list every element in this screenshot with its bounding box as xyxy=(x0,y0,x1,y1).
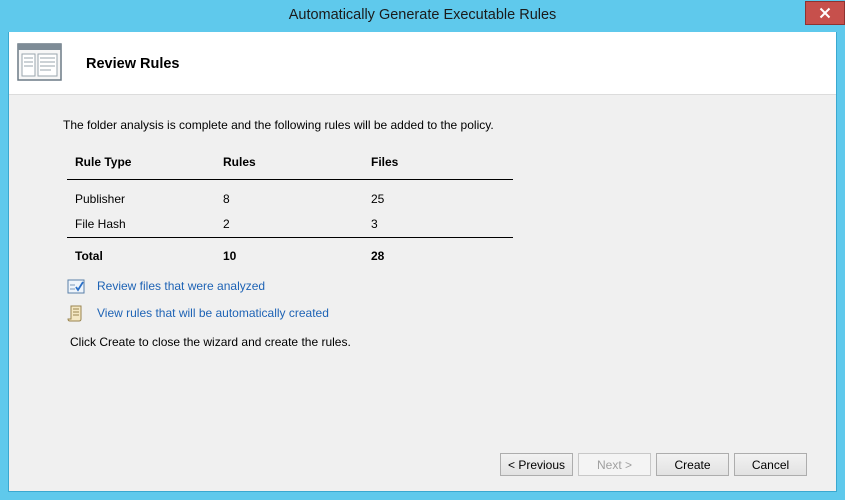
previous-button[interactable]: < Previous xyxy=(500,453,573,476)
column-header-files: Files xyxy=(371,155,399,169)
intro-text: The folder analysis is complete and the … xyxy=(63,118,494,132)
table-cell: Publisher xyxy=(75,192,126,206)
header-band: Review Rules xyxy=(9,32,836,95)
table-cell: File Hash xyxy=(75,217,126,231)
column-header-rule-type: Rule Type xyxy=(75,155,132,169)
wizard-window: Automatically Generate Executable Rules xyxy=(0,0,845,500)
create-button[interactable]: Create xyxy=(656,453,729,476)
close-icon xyxy=(819,7,831,19)
header-divider xyxy=(67,179,513,180)
window-title: Automatically Generate Executable Rules xyxy=(288,7,557,23)
next-button[interactable]: Next > xyxy=(578,453,651,476)
wizard-client-area: Review Rules The folder analysis is comp… xyxy=(8,32,837,492)
instruction-text: Click Create to close the wizard and cre… xyxy=(70,335,351,349)
total-divider xyxy=(67,237,513,238)
total-rules: 10 xyxy=(223,249,237,263)
view-rules-link[interactable]: View rules that will be automatically cr… xyxy=(97,306,329,320)
table-cell: 25 xyxy=(371,192,385,206)
column-header-rules: Rules xyxy=(223,155,256,169)
wizard-page-icon xyxy=(17,43,62,81)
total-label: Total xyxy=(75,249,103,263)
checklist-icon xyxy=(67,279,85,294)
review-files-link-row[interactable]: Review files that were analyzed xyxy=(67,277,265,295)
table-cell: 8 xyxy=(223,192,230,206)
view-rules-link-row[interactable]: View rules that will be automatically cr… xyxy=(67,304,329,322)
total-files: 28 xyxy=(371,249,385,263)
review-files-link[interactable]: Review files that were analyzed xyxy=(97,279,265,293)
title-bar[interactable]: Automatically Generate Executable Rules xyxy=(0,0,845,32)
page-title: Review Rules xyxy=(86,56,180,72)
table-cell: 3 xyxy=(371,217,378,231)
table-cell: 2 xyxy=(223,217,230,231)
scroll-document-icon xyxy=(67,305,82,322)
cancel-button[interactable]: Cancel xyxy=(734,453,807,476)
close-button[interactable] xyxy=(805,1,845,25)
